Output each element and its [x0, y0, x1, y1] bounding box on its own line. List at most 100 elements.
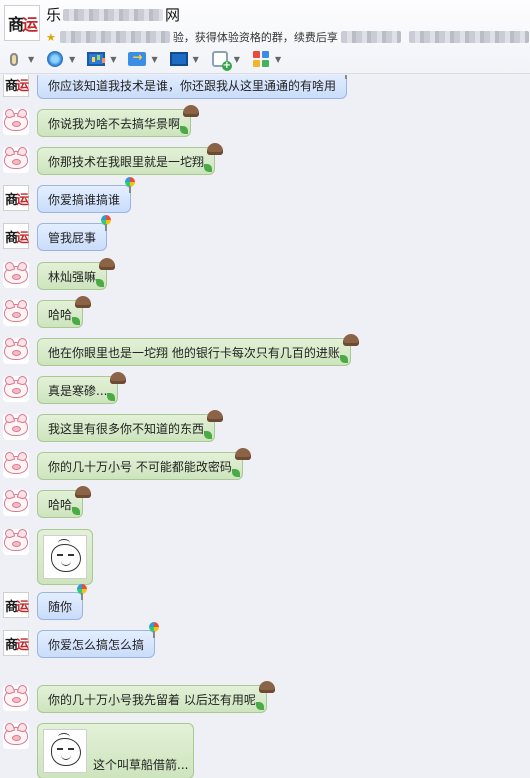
- star-icon: ★: [46, 30, 56, 44]
- message-row: 商运 你应该知道我技术是谁，你还跟我从这里通通的有啥用: [0, 75, 530, 101]
- redacted-text: [59, 31, 170, 43]
- group-description: ★ 验，获得体验资格的群，续费后享: [46, 29, 529, 45]
- presentation-icon: [86, 50, 106, 68]
- chevron-down-icon[interactable]: ▼: [110, 55, 116, 64]
- message-bubble[interactable]: 林灿强嘛: [37, 258, 116, 290]
- hat-icon: [342, 334, 359, 346]
- message-bubble[interactable]: 真是寒碜...: [37, 372, 127, 404]
- logo-icon: 商运: [4, 78, 29, 94]
- message-row: 商运 你爱搞谁搞谁: [0, 177, 530, 215]
- file-transfer-button[interactable]: ▼: [127, 50, 158, 68]
- group-name-end: 网: [165, 6, 181, 24]
- message-bubble[interactable]: 你应该知道我技术是谁，你还跟我从这里通通的有啥用: [37, 75, 348, 99]
- voice-button[interactable]: ▼: [4, 50, 34, 68]
- sender-avatar-pig[interactable]: [3, 685, 29, 711]
- message-bubble[interactable]: 他在你眼里也是一坨翔 他的银行卡每次只有几百的进账: [37, 334, 359, 366]
- sticker-message[interactable]: 这个叫草船借箭...: [37, 723, 195, 778]
- sender-avatar-pig[interactable]: [3, 109, 29, 135]
- hat-icon: [183, 105, 200, 117]
- message-bubble[interactable]: 你爱搞谁搞谁: [37, 177, 136, 213]
- logo-icon: 商运: [4, 599, 29, 615]
- message-bubble[interactable]: 你那技术在我眼里就是一坨翔: [37, 143, 224, 175]
- message-bubble[interactable]: 你爱怎么搞怎么搞: [37, 622, 160, 658]
- message-bubble[interactable]: 哈哈: [37, 296, 92, 328]
- leaf-icon: [231, 469, 240, 477]
- message-row: 商运 你爱怎么搞怎么搞: [0, 622, 530, 660]
- chevron-down-icon[interactable]: ▼: [69, 55, 75, 64]
- leaf-icon: [107, 393, 116, 401]
- pig-icon: [4, 342, 28, 360]
- logo-icon: 商运: [4, 192, 29, 208]
- message-row: [0, 529, 530, 585]
- sender-avatar-pig[interactable]: [3, 376, 29, 402]
- sender-avatar-logo[interactable]: 商运: [3, 185, 29, 211]
- apps-button[interactable]: ▼: [251, 50, 281, 68]
- sender-avatar-pig[interactable]: [3, 262, 29, 288]
- chevron-down-icon[interactable]: ▼: [28, 55, 34, 64]
- hat-icon: [110, 372, 127, 384]
- redacted-text: [63, 8, 164, 21]
- screen-share-icon: [169, 50, 189, 68]
- message-text: 你说我为啥不去搞华景啊: [48, 117, 181, 131]
- message-row: 我这里有很多你不知道的东西: [0, 410, 530, 444]
- group-note-button[interactable]: ▼: [210, 50, 240, 71]
- hat-icon: [207, 410, 224, 422]
- leaf-icon: [339, 355, 348, 363]
- message-bubble[interactable]: 管我屁事: [37, 215, 112, 251]
- pinwheel-icon: [125, 177, 136, 193]
- message-row: 你说我为啥不去搞华景啊: [0, 105, 530, 139]
- message-bubble[interactable]: 你说我为啥不去搞华景啊: [37, 105, 200, 137]
- hat-icon: [99, 258, 116, 270]
- sender-avatar-pig[interactable]: [3, 529, 29, 555]
- message-text: 你爱搞谁搞谁: [48, 193, 121, 207]
- leaf-icon: [72, 507, 81, 515]
- presentation-button[interactable]: ▼: [86, 50, 116, 68]
- redacted-text: [340, 31, 401, 43]
- sender-avatar-pig[interactable]: [3, 490, 29, 516]
- pig-icon: [4, 727, 28, 745]
- pig-icon: [4, 151, 28, 169]
- sticker-message[interactable]: [37, 529, 93, 585]
- sender-avatar-logo[interactable]: 商运: [3, 223, 29, 249]
- sender-avatar-logo[interactable]: 商运: [3, 630, 29, 656]
- message-row: 哈哈: [0, 296, 530, 330]
- sticker-image[interactable]: [43, 535, 87, 579]
- message-bubble[interactable]: 你的几十万小号我先留着 以后还有用呢: [37, 681, 275, 713]
- sender-avatar-pig[interactable]: [3, 300, 29, 326]
- message-row: 商运 管我屁事: [0, 215, 530, 253]
- message-bubble[interactable]: 我这里有很多你不知道的东西: [37, 410, 224, 442]
- pinwheel-icon: [101, 215, 112, 231]
- message-text: 真是寒碜...: [48, 384, 108, 398]
- chevron-down-icon[interactable]: ▼: [234, 55, 240, 64]
- sender-avatar-pig[interactable]: [3, 452, 29, 478]
- chevron-down-icon[interactable]: ▼: [151, 55, 157, 64]
- sender-avatar-pig[interactable]: [3, 338, 29, 364]
- microphone-icon: [4, 50, 24, 68]
- sender-avatar-pig[interactable]: [3, 147, 29, 173]
- message-bubble[interactable]: 随你: [37, 584, 88, 620]
- group-name: 乐 网: [46, 4, 180, 25]
- leaf-icon: [255, 702, 264, 710]
- video-camera-icon: [45, 50, 65, 68]
- message-text: 林灿强嘛: [48, 270, 97, 284]
- sender-avatar-logo[interactable]: 商运: [3, 592, 29, 618]
- message-list[interactable]: 商运 你应该知道我技术是谁，你还跟我从这里通通的有啥用 你说我为啥不去搞华景啊 你那技…: [0, 75, 530, 778]
- message-bubble[interactable]: 哈哈: [37, 486, 92, 518]
- message-row: 哈哈: [0, 486, 530, 520]
- message-text: 随你: [48, 600, 73, 614]
- sender-avatar-logo[interactable]: 商运: [3, 75, 29, 97]
- message-bubble[interactable]: 你的几十万小号 不可能都能改密码: [37, 448, 251, 480]
- chevron-down-icon[interactable]: ▼: [275, 55, 281, 64]
- group-avatar[interactable]: 商运: [4, 5, 40, 41]
- chevron-down-icon[interactable]: ▼: [193, 55, 199, 64]
- message-text: 他在你眼里也是一坨翔 他的银行卡每次只有几百的进账: [48, 346, 340, 360]
- message-text: 你的几十万小号 不可能都能改密码: [48, 460, 232, 474]
- sticker-image[interactable]: [43, 729, 87, 773]
- sender-avatar-pig[interactable]: [3, 414, 29, 440]
- pig-icon: [4, 304, 28, 322]
- message-row: 你的几十万小号我先留着 以后还有用呢: [0, 681, 530, 715]
- group-name-start: 乐: [46, 6, 62, 24]
- screen-share-button[interactable]: ▼: [169, 50, 199, 68]
- video-button[interactable]: ▼: [45, 50, 75, 68]
- sender-avatar-pig[interactable]: [3, 723, 29, 749]
